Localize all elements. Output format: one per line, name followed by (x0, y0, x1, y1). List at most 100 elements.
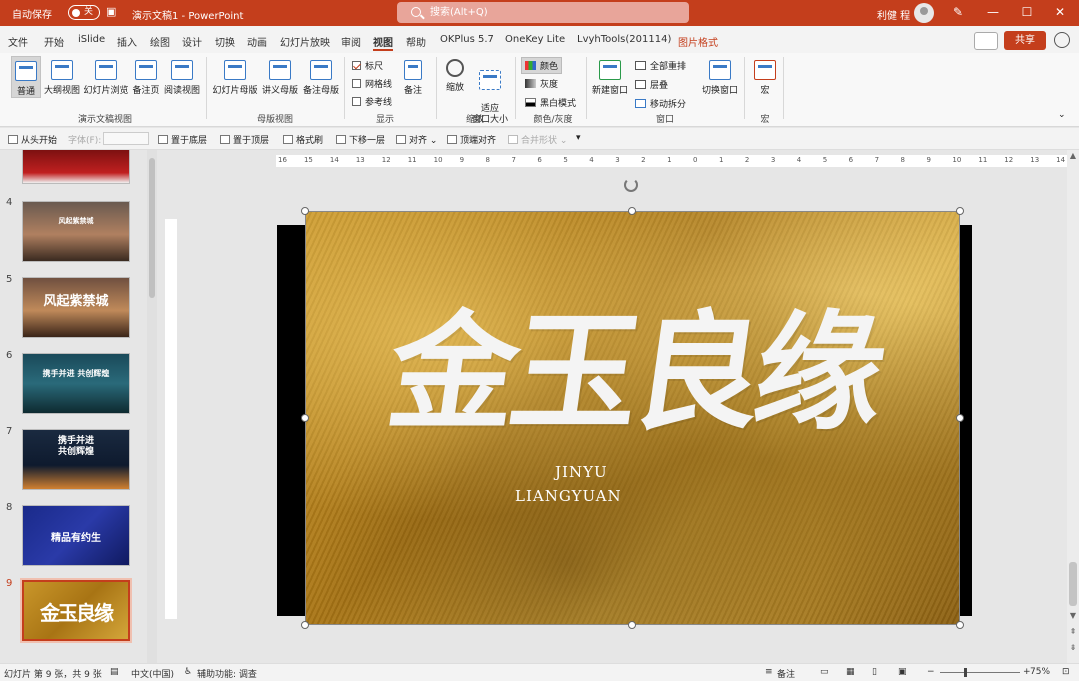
pen-icon[interactable]: ✎ (950, 4, 966, 20)
resize-handle[interactable] (956, 414, 964, 422)
slide-master-button[interactable]: 幻灯片母版 (211, 60, 259, 96)
normal-view-icon[interactable]: ▭ (820, 667, 829, 677)
tab-home[interactable]: 开始 (44, 34, 64, 49)
tab-lvyhtools[interactable]: LvyhTools(201114) (577, 34, 671, 45)
search-box[interactable]: 搜索(Alt+Q) (397, 2, 689, 23)
tab-file[interactable]: 文件 (8, 34, 28, 49)
align-top-button[interactable]: 顶端对齐 (447, 133, 496, 146)
language-indicator[interactable]: 中文(中国) (131, 667, 174, 680)
notes-page-button[interactable]: 备注页 (130, 60, 162, 96)
slide-sorter-button[interactable]: 幻灯片浏览 (83, 60, 129, 96)
next-slide-icon[interactable]: ⇟ (1069, 644, 1077, 652)
tab-islide[interactable]: iSlide (78, 34, 105, 45)
tab-transitions[interactable]: 切换 (215, 34, 235, 49)
zoom-label: 缩放 (445, 83, 464, 93)
bring-to-front-button[interactable]: 置于顶层 (220, 133, 269, 146)
tab-help[interactable]: 帮助 (406, 34, 426, 49)
customize-toolbar-icon[interactable]: ▾ (576, 133, 581, 143)
close-icon[interactable]: ✕ (1052, 4, 1068, 20)
minimize-icon[interactable]: — (985, 4, 1001, 20)
resize-handle[interactable] (301, 207, 309, 215)
comment-icon[interactable] (974, 32, 998, 50)
rotate-handle-icon[interactable] (624, 178, 638, 192)
save-icon[interactable]: ▣ (106, 5, 116, 18)
color-mode-button[interactable]: 颜色 (521, 57, 563, 74)
scroll-down-icon[interactable]: ▼ (1069, 612, 1077, 620)
slide-sorter-icon[interactable]: ▦ (846, 667, 855, 677)
tab-onekey[interactable]: OneKey Lite (505, 34, 565, 45)
tab-slideshow[interactable]: 幻灯片放映 (280, 34, 330, 49)
thumbnail-slide-7[interactable]: 携手并进 共创辉煌 (22, 429, 130, 490)
editor-scrollbar[interactable]: ▲ ▼ ⇞ ⇟ (1067, 150, 1079, 663)
tab-draw[interactable]: 绘图 (150, 34, 170, 49)
merge-shapes-dropdown[interactable]: 合并形状 ⌄ (508, 133, 567, 146)
tab-okplus[interactable]: OKPlus 5.7 (440, 34, 494, 45)
zoom-button[interactable]: 缩放 (442, 59, 468, 93)
font-select[interactable] (103, 132, 149, 145)
resize-handle[interactable] (956, 207, 964, 215)
thumbnail-scrollbar[interactable] (147, 150, 157, 663)
spellcheck-icon[interactable]: ▤ (110, 667, 119, 677)
switch-window-button[interactable]: 切换窗口 (700, 60, 740, 96)
zoom-out-icon[interactable]: − (927, 667, 935, 677)
share-button[interactable]: 共享 (1004, 31, 1046, 50)
zoom-slider[interactable] (940, 672, 1020, 673)
thumbnail-slide-9[interactable]: 金玉良缘 (22, 580, 130, 641)
tab-design[interactable]: 设计 (182, 34, 202, 49)
tab-insert[interactable]: 插入 (117, 34, 137, 49)
scroll-thumb[interactable] (149, 158, 155, 298)
accessibility-status[interactable]: 辅助功能: 调查 (197, 667, 257, 680)
thumbnail-slide-5[interactable]: 风起紫禁城 (22, 277, 130, 338)
thumbnail-slide-8[interactable]: 精品有约生 (22, 505, 130, 566)
resize-handle[interactable] (301, 414, 309, 422)
fit-slide-icon[interactable]: ⊡ (1062, 667, 1070, 677)
scroll-up-icon[interactable]: ▲ (1069, 152, 1077, 160)
align-dropdown[interactable]: 对齐 ⌄ (396, 133, 437, 146)
tab-animations[interactable]: 动画 (247, 34, 267, 49)
notes-master-button[interactable]: 备注母版 (301, 60, 341, 96)
cascade-button[interactable]: 层叠 (635, 78, 668, 91)
grayscale-button[interactable]: 灰度 (525, 77, 558, 90)
ruler-checkbox[interactable]: 标尺 (352, 59, 383, 72)
autosave-toggle[interactable]: 关 (68, 5, 100, 20)
tab-picture-format[interactable]: 图片格式 (678, 34, 718, 49)
previous-slide-icon[interactable]: ⇞ (1069, 628, 1077, 636)
resize-handle[interactable] (628, 621, 636, 629)
notes-toggle[interactable]: 备注 (777, 667, 795, 680)
send-backward-button[interactable]: 下移一层 (336, 133, 385, 146)
start-from-beginning-button[interactable]: 从头开始 (8, 133, 57, 146)
resize-handle[interactable] (301, 621, 309, 629)
zoom-slider-knob[interactable] (964, 668, 967, 677)
arrange-all-button[interactable]: 全部重排 (635, 59, 686, 72)
tab-view[interactable]: 视图 (373, 34, 393, 51)
reading-view-button[interactable]: 阅读视图 (162, 60, 202, 96)
tab-review[interactable]: 审阅 (341, 34, 361, 49)
avatar[interactable] (914, 3, 934, 23)
gold-picture[interactable]: 金玉良缘 JINYU LIANGYUAN (305, 211, 960, 625)
zoom-level[interactable]: 75% (1030, 667, 1050, 677)
notes-button[interactable]: 备注 (401, 60, 425, 96)
feedback-smile-icon[interactable] (1054, 32, 1070, 48)
thumbnail-slide-3[interactable] (22, 150, 130, 184)
send-to-back-button[interactable]: 置于底层 (158, 133, 207, 146)
guides-checkbox[interactable]: 参考线 (352, 95, 392, 108)
format-painter-button[interactable]: 格式刷 (283, 133, 323, 146)
handout-master-button[interactable]: 讲义母版 (259, 60, 301, 96)
thumbnail-slide-6[interactable]: 携手并进 共创辉煌 (22, 353, 130, 414)
thumbnail-slide-4[interactable]: 风起紫禁城 (22, 201, 130, 262)
resize-handle[interactable] (628, 207, 636, 215)
reading-view-icon[interactable]: ▯ (872, 667, 877, 677)
maximize-icon[interactable]: ☐ (1019, 4, 1035, 20)
normal-view-button[interactable]: 普通 (11, 56, 41, 98)
macros-button[interactable]: 宏 (752, 60, 778, 96)
black-white-button[interactable]: 黑白模式 (525, 96, 576, 109)
gridlines-checkbox[interactable]: 网格线 (352, 77, 392, 90)
slideshow-icon[interactable]: ▣ (898, 667, 907, 677)
scroll-thumb[interactable] (1069, 562, 1077, 606)
move-split-button[interactable]: 移动拆分 (635, 97, 686, 110)
resize-handle[interactable] (956, 621, 964, 629)
new-window-button[interactable]: 新建窗口 (591, 60, 629, 96)
outline-view-button[interactable]: 大纲视图 (42, 60, 82, 96)
collapse-ribbon-icon[interactable]: ⌄ (1058, 110, 1066, 120)
ribbon-separator (783, 57, 784, 119)
